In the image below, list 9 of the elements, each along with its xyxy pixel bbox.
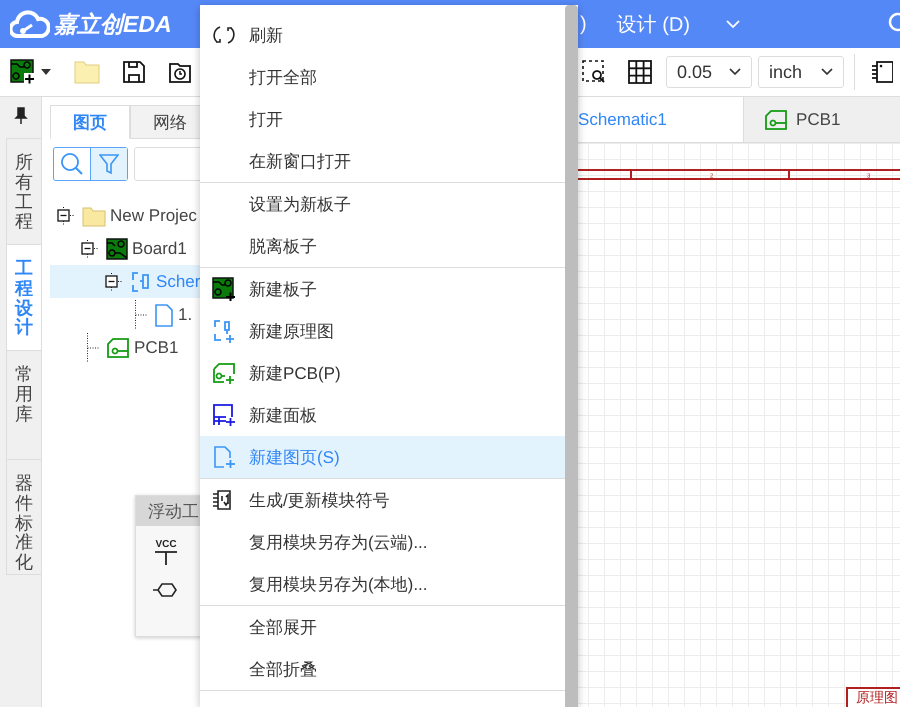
tree-label: 1. (178, 304, 192, 324)
tree-label: Scher (156, 272, 200, 292)
tree-label: Board1 (132, 238, 187, 258)
toolbar-title: 浮动工 (148, 500, 199, 522)
logo-text: 嘉立创EDA (54, 10, 172, 38)
vcc-label: VCC (155, 540, 177, 550)
tree-label: New Projec (110, 206, 197, 226)
title-block: 原理图 (846, 687, 900, 707)
tree-label: PCB1 (134, 338, 178, 358)
